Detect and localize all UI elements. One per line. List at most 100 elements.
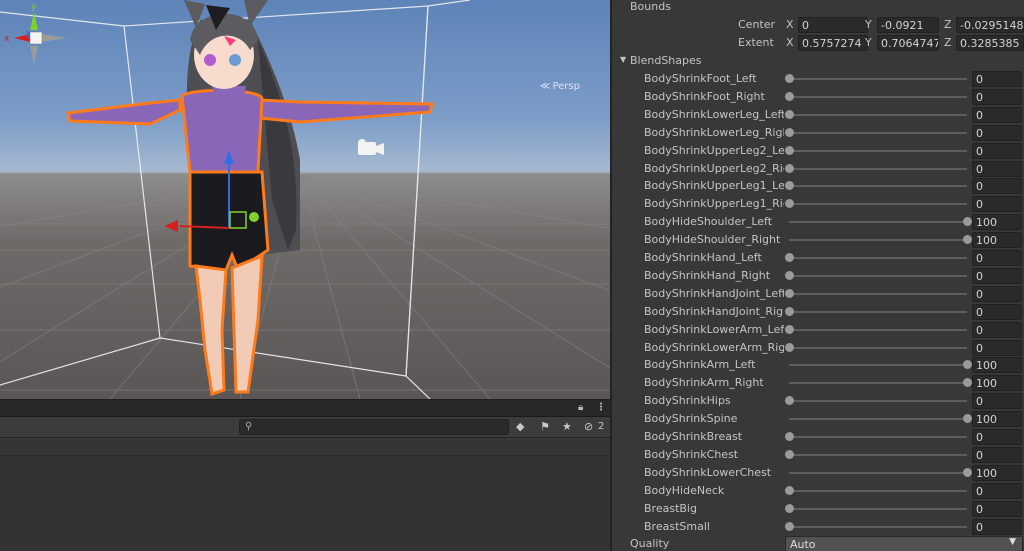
blendshape-value-field[interactable]: 100: [972, 214, 1022, 231]
slider-thumb[interactable]: [963, 414, 972, 424]
blendshape-slider[interactable]: [789, 221, 967, 224]
blendshape-slider[interactable]: [789, 274, 967, 277]
blendshape-slider[interactable]: [789, 346, 967, 349]
project-content-area[interactable]: [0, 440, 610, 551]
slider-thumb[interactable]: [785, 288, 794, 298]
center-y-field[interactable]: -0.0921: [877, 17, 939, 33]
slider-thumb[interactable]: [785, 127, 794, 137]
blendshape-value-field[interactable]: 0: [972, 429, 1022, 445]
center-z-field[interactable]: -0.0295148: [956, 17, 1024, 33]
blendshape-value-field[interactable]: 0: [972, 303, 1022, 320]
blendshape-value-field[interactable]: 100: [972, 232, 1022, 249]
slider-thumb[interactable]: [785, 91, 794, 101]
more-menu-icon[interactable]: ⋮: [596, 402, 606, 413]
slider-thumb[interactable]: [785, 306, 794, 316]
blendshape-value-field[interactable]: 0: [972, 71, 1022, 87]
slider-thumb[interactable]: [785, 181, 794, 191]
slider-thumb[interactable]: [963, 378, 972, 388]
foldout-arrow-icon[interactable]: ▼: [620, 55, 626, 64]
slider-thumb[interactable]: [785, 109, 794, 119]
slider-thumb[interactable]: [785, 342, 794, 352]
lock-icon[interactable]: 🔒︎: [578, 402, 583, 413]
blendshape-slider[interactable]: [789, 167, 967, 170]
slider-thumb[interactable]: [963, 360, 972, 370]
blendshape-value-field[interactable]: 100: [972, 375, 1022, 392]
blendshape-slider[interactable]: [789, 471, 967, 474]
blendshape-value-field[interactable]: 100: [972, 357, 1022, 374]
blendshape-slider[interactable]: [789, 78, 967, 80]
blendshape-value-field[interactable]: 0: [972, 178, 1022, 195]
slider-thumb[interactable]: [785, 503, 794, 513]
blendshape-value-field[interactable]: 0: [972, 267, 1022, 284]
blendshape-value-field[interactable]: 0: [972, 88, 1022, 105]
slider-thumb[interactable]: [785, 324, 794, 334]
slider-thumb[interactable]: [785, 145, 794, 155]
orientation-gizmo-icon[interactable]: y x: [0, 0, 70, 68]
blendshape-slider[interactable]: [789, 382, 967, 385]
scene-view[interactable]: y x ≪ Persp: [0, 0, 610, 399]
blendshape-value-field[interactable]: 100: [972, 464, 1022, 481]
blendshape-slider[interactable]: [789, 489, 967, 492]
blendshape-slider[interactable]: [789, 364, 967, 367]
blendshape-value-field[interactable]: 0: [972, 339, 1022, 356]
extent-y-field[interactable]: 0.7064747: [877, 35, 939, 51]
blendshape-value-field[interactable]: 0: [972, 250, 1022, 266]
quality-dropdown[interactable]: Auto ▼: [785, 536, 1023, 551]
blendshape-slider[interactable]: [789, 257, 967, 259]
blendshape-value-field[interactable]: 0: [972, 321, 1022, 338]
blendshape-slider[interactable]: [789, 400, 967, 403]
slider-thumb[interactable]: [963, 235, 972, 245]
blendshape-slider[interactable]: [789, 131, 967, 134]
slider-thumb[interactable]: [963, 467, 972, 477]
blendshape-value-field[interactable]: 0: [972, 285, 1022, 302]
center-x-field[interactable]: 0: [798, 17, 868, 33]
star-icon[interactable]: ★: [562, 420, 572, 433]
blendshape-value-field[interactable]: 0: [972, 393, 1022, 410]
blendshape-value-field[interactable]: 100: [972, 411, 1022, 428]
scene-canvas[interactable]: [0, 0, 610, 399]
slider-thumb[interactable]: [785, 270, 794, 280]
blendshape-value-field[interactable]: 0: [972, 446, 1022, 463]
blendshape-slider[interactable]: [789, 525, 967, 528]
blendshape-value-field[interactable]: 0: [972, 482, 1022, 499]
blendshape-slider[interactable]: [789, 453, 967, 456]
blendshape-slider[interactable]: [789, 328, 967, 331]
slider-thumb[interactable]: [785, 521, 794, 531]
slider-thumb[interactable]: [785, 485, 794, 495]
blendshape-value-field[interactable]: 0: [972, 160, 1022, 177]
extent-z-field[interactable]: 0.3285385: [956, 35, 1024, 51]
blendshape-slider[interactable]: [789, 95, 967, 98]
eye-hidden-icon[interactable]: ⊘: [584, 420, 593, 433]
slider-thumb[interactable]: [785, 74, 794, 83]
slider-thumb[interactable]: [785, 253, 794, 262]
blendshape-value-field[interactable]: 0: [972, 106, 1022, 123]
blendshape-slider[interactable]: [789, 310, 967, 313]
label-icon[interactable]: ⚑: [540, 420, 550, 433]
blendshapes-foldout[interactable]: ▼ BlendShapes: [612, 52, 1024, 70]
blendshape-slider[interactable]: [789, 436, 967, 438]
slider-thumb[interactable]: [785, 449, 794, 459]
slider-thumb[interactable]: [785, 432, 794, 441]
blendshape-slider[interactable]: [789, 185, 967, 188]
extent-x-field[interactable]: 0.5757274: [798, 35, 868, 51]
slider-thumb[interactable]: [785, 163, 794, 173]
blendshape-value-field[interactable]: 0: [972, 142, 1022, 159]
blendshape-slider[interactable]: [789, 418, 967, 421]
blendshape-slider[interactable]: [789, 203, 967, 206]
filter-by-type-icon[interactable]: ◆: [516, 420, 524, 433]
projection-label[interactable]: ≪ Persp: [540, 81, 580, 92]
blendshape-slider[interactable]: [789, 113, 967, 116]
slider-thumb[interactable]: [785, 199, 794, 209]
blendshape-slider[interactable]: [789, 507, 967, 510]
slider-thumb[interactable]: [963, 217, 972, 227]
search-field[interactable]: ⚲: [239, 419, 509, 435]
blendshape-value-field[interactable]: 0: [972, 518, 1022, 535]
blendshape-slider[interactable]: [789, 239, 967, 242]
blendshape-slider[interactable]: [789, 292, 967, 295]
blendshape-value-field[interactable]: 0: [972, 124, 1022, 141]
blendshape-value-field[interactable]: 0: [972, 196, 1022, 213]
blendshape-value-field[interactable]: 0: [972, 500, 1022, 517]
search-input[interactable]: [258, 421, 503, 433]
blendshape-slider[interactable]: [789, 149, 967, 152]
slider-thumb[interactable]: [785, 396, 794, 406]
